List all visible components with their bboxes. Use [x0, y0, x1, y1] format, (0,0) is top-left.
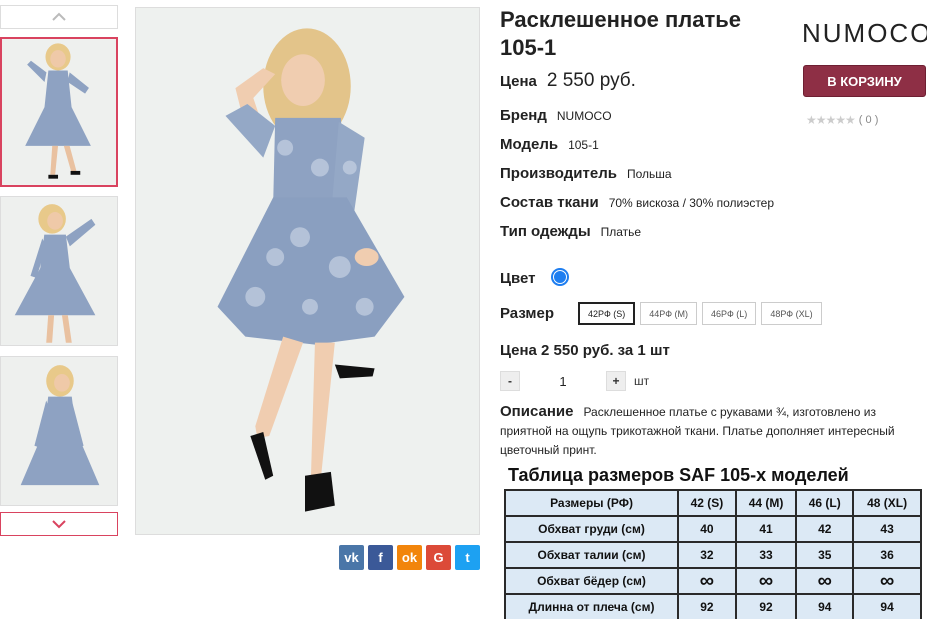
price-row: Цена 2 550 руб.: [500, 70, 636, 92]
table-cell: 36: [852, 541, 922, 569]
quantity-stepper: - 1 + шт: [500, 371, 649, 391]
color-label: Цвет: [500, 270, 536, 287]
price-value: 2 550 руб.: [546, 70, 636, 91]
type-row: Тип одежды Платье: [500, 223, 641, 240]
size-label: Размер: [500, 305, 555, 322]
model-value: 105-1: [568, 138, 599, 152]
odnoklassniki-share-icon[interactable]: ok: [397, 545, 422, 570]
chevron-down-icon: [52, 520, 66, 529]
main-product-image[interactable]: [135, 7, 480, 535]
size-table-title: Таблица размеров SAF 105-х моделей: [508, 465, 849, 485]
thumbnail-1[interactable]: [0, 37, 118, 187]
type-label: Тип одежды: [500, 223, 591, 240]
table-cell: Обхват груди (см): [504, 515, 679, 543]
table-cell: 41: [734, 515, 798, 543]
google-share-icon[interactable]: G: [426, 545, 451, 570]
brand-label: Бренд: [500, 107, 547, 124]
unit-price-row: Цена 2 550 руб. за 1 шт: [500, 342, 670, 359]
brand-value: NUMOCO: [556, 109, 612, 123]
maker-label: Производитель: [500, 165, 617, 182]
table-header-cell: 48 (XL): [852, 489, 922, 517]
fabric-label: Состав ткани: [500, 194, 599, 211]
unit-price: Цена 2 550 руб. за 1 шт: [500, 342, 670, 359]
table-cell: ∞: [795, 567, 855, 595]
quantity-increase-button[interactable]: +: [606, 371, 626, 391]
table-row: Обхват бёдер (см) ∞ ∞ ∞ ∞: [504, 567, 922, 595]
size-row: Размер 42РФ (S) 44РФ (M) 46РФ (L) 48РФ (…: [500, 302, 822, 325]
size-option-m[interactable]: 44РФ (M): [640, 302, 698, 325]
description-label: Описание: [500, 403, 574, 420]
table-cell: ∞: [734, 567, 798, 595]
fabric-row: Состав ткани 70% вискоза / 30% полиэстер: [500, 194, 774, 211]
table-row: Обхват груди (см) 40 41 42 43: [504, 515, 922, 543]
chevron-up-icon: [52, 12, 66, 21]
dress-photo-thumb-3: [1, 357, 117, 505]
description: Описание Расклешенное платье с рукавами ¾…: [500, 402, 927, 460]
share-buttons: vk f ok G t: [339, 545, 480, 570]
table-cell: ∞: [677, 567, 737, 595]
brand-row: Бренд NUMOCO: [500, 107, 612, 124]
price-label: Цена: [500, 73, 537, 90]
table-row: Длинна от плеча (см) 92 92 94 94: [504, 593, 922, 619]
model-row: Модель 105-1: [500, 136, 599, 153]
table-cell: Обхват бёдер (см): [504, 567, 679, 595]
product-title: Расклешенное платье 105-1: [500, 7, 742, 60]
rating-count: ( 0 ): [858, 114, 879, 126]
size-options: 42РФ (S) 44РФ (M) 46РФ (L) 48РФ (XL): [578, 302, 822, 325]
fabric-value: 70% вискоза / 30% полиэстер: [608, 196, 775, 210]
thumbnail-3[interactable]: [0, 356, 118, 506]
thumbnail-scroll-down-button[interactable]: [0, 512, 118, 536]
table-cell: 94: [795, 593, 855, 619]
table-cell: Обхват талии (см): [504, 541, 679, 569]
table-cell: 32: [677, 541, 737, 569]
table-row: Обхват талии (см) 32 33 35 36: [504, 541, 922, 569]
star-rating-icon[interactable]: ★★★★★: [806, 113, 856, 127]
type-value: Платье: [600, 225, 642, 239]
table-header-cell: Размеры (РФ): [504, 489, 679, 517]
table-cell: Длинна от плеча (см): [504, 593, 679, 619]
quantity-decrease-button[interactable]: -: [500, 371, 520, 391]
maker-row: Производитель Польша: [500, 165, 672, 182]
table-header-cell: 44 (M): [734, 489, 798, 517]
brand-logo[interactable]: NUMOCO: [802, 18, 927, 49]
thumbnail-scroll-up-button[interactable]: [0, 5, 118, 29]
table-cell: 92: [677, 593, 737, 619]
color-swatch-blue[interactable]: [551, 268, 570, 286]
table-cell: 92: [734, 593, 798, 619]
dress-photo-main: [136, 8, 479, 534]
dress-photo-thumb-2: [1, 197, 117, 345]
model-label: Модель: [500, 136, 559, 153]
quantity-input[interactable]: 1: [528, 374, 598, 389]
table-cell: ∞: [852, 567, 922, 595]
size-table: Размеры (РФ) 42 (S) 44 (M) 46 (L) 48 (XL…: [504, 489, 922, 619]
size-option-l[interactable]: 46РФ (L): [702, 302, 757, 325]
table-header-cell: 46 (L): [795, 489, 855, 517]
vk-share-icon[interactable]: vk: [339, 545, 364, 570]
table-cell: 33: [734, 541, 798, 569]
size-option-xl[interactable]: 48РФ (XL): [761, 302, 822, 325]
size-option-s[interactable]: 42РФ (S): [578, 302, 636, 325]
facebook-share-icon[interactable]: f: [368, 545, 393, 570]
quantity-unit: шт: [634, 374, 650, 388]
table-cell: 35: [795, 541, 855, 569]
table-header-cell: 42 (S): [677, 489, 737, 517]
add-to-cart-button[interactable]: В КОРЗИНУ: [803, 65, 926, 97]
maker-value: Польша: [626, 167, 672, 181]
twitter-share-icon[interactable]: t: [455, 545, 480, 570]
table-cell: 43: [852, 515, 922, 543]
table-cell: 42: [795, 515, 855, 543]
color-row: Цвет: [500, 265, 570, 287]
size-table-header: Размеры (РФ) 42 (S) 44 (M) 46 (L) 48 (XL…: [504, 489, 922, 517]
dress-photo-thumb-1: [2, 39, 116, 185]
thumbnail-2[interactable]: [0, 196, 118, 346]
rating[interactable]: ★★★★★ ( 0 ): [806, 113, 878, 127]
table-cell: 40: [677, 515, 737, 543]
table-cell: 94: [852, 593, 922, 619]
